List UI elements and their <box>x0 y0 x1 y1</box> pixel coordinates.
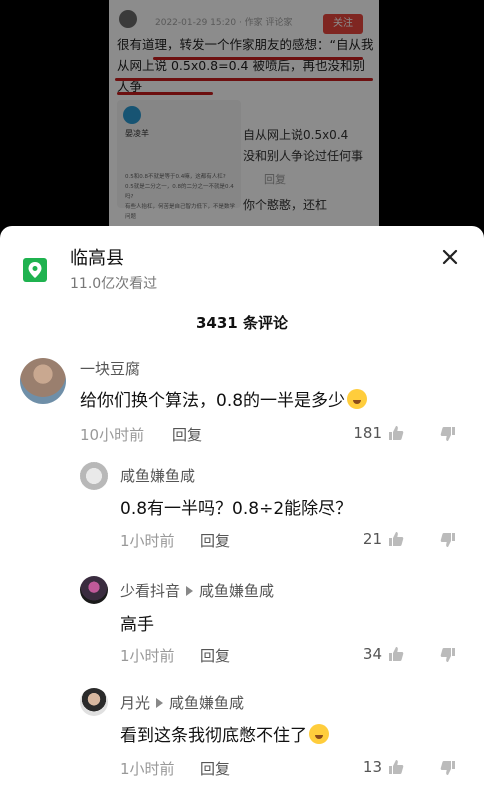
comment-item: 咸鱼嫌鱼咸 0.8有一半吗？0.8÷2能除尽？ 1小时前 回复 21 <box>0 460 484 555</box>
thumbs-down-icon[interactable] <box>440 760 456 776</box>
commenter-name: 月光 咸鱼嫌鱼咸 <box>120 692 244 713</box>
comment-item: 月光 咸鱼嫌鱼咸 看到这条我彻底憋不住了 1小时前 回复 13 <box>0 688 484 783</box>
like-count: 34 <box>362 645 382 663</box>
comment-text: 0.8有一半吗？0.8÷2能除尽？ <box>120 499 353 519</box>
reply-button[interactable]: 回复 <box>200 645 230 666</box>
commenter-name: 少看抖音 咸鱼嫌鱼咸 <box>120 580 274 601</box>
thumbs-down-icon[interactable] <box>440 532 456 548</box>
avatar[interactable] <box>20 358 66 404</box>
thumbs-up-icon[interactable] <box>388 425 404 441</box>
reply-button[interactable]: 回复 <box>172 424 202 445</box>
comment-time: 1小时前 <box>120 647 175 665</box>
comment-text: 给你们换个算法，0.8的一半是多少 <box>80 386 368 411</box>
place-name[interactable]: 临高县 <box>70 244 124 270</box>
comment-time: 1小时前 <box>120 760 175 778</box>
comment-text: 高手 <box>120 615 154 635</box>
commenter-name[interactable]: 咸鱼嫌鱼咸 <box>120 465 195 486</box>
background-post: 2022-01-29 15:20 · 作家 评论家 关注 很有道理，转发一个作家… <box>0 0 484 226</box>
thumbs-down-icon[interactable] <box>440 426 456 442</box>
reply-to-name[interactable]: 咸鱼嫌鱼咸 <box>169 694 244 712</box>
comment-text-content: 给你们换个算法，0.8的一半是多少 <box>80 391 346 411</box>
commenter-name-text[interactable]: 月光 <box>120 694 150 712</box>
comment-item: 一块豆腐 给你们换个算法，0.8的一半是多少 10小时前 回复 181 <box>0 354 484 449</box>
comment-time: 10小时前 <box>80 426 145 444</box>
thumbs-down-icon[interactable] <box>440 647 456 663</box>
laughing-emoji-icon <box>347 389 368 409</box>
like-count: 21 <box>362 530 382 548</box>
close-icon[interactable] <box>441 248 459 266</box>
avatar[interactable] <box>80 688 108 716</box>
like-count: 181 <box>353 424 382 442</box>
avatar[interactable] <box>80 576 108 604</box>
dim-overlay[interactable] <box>0 0 484 226</box>
comment-text: 看到这条我彻底憋不住了 <box>120 721 329 746</box>
laughing-emoji-icon <box>309 724 329 744</box>
comment-time: 1小时前 <box>120 532 175 550</box>
like-count: 13 <box>362 758 382 776</box>
reply-arrow-icon <box>156 698 164 708</box>
comment-item: 少看抖音 咸鱼嫌鱼咸 高手 1小时前 回复 34 <box>0 576 484 671</box>
comments-sheet: 临高县 11.0亿次看过 3431 条评论 一块豆腐 给你们换个算法，0.8的一… <box>0 226 484 800</box>
comment-count: 3431 条评论 <box>196 314 288 332</box>
thumbs-up-icon[interactable] <box>388 759 404 775</box>
reply-button[interactable]: 回复 <box>200 758 230 779</box>
avatar[interactable] <box>80 462 108 490</box>
commenter-name[interactable]: 一块豆腐 <box>80 358 140 379</box>
location-pin-icon <box>23 258 47 282</box>
comment-text-content: 看到这条我彻底憋不住了 <box>120 726 307 746</box>
reply-arrow-icon <box>186 586 194 596</box>
thumbs-up-icon[interactable] <box>388 531 404 547</box>
reply-to-name[interactable]: 咸鱼嫌鱼咸 <box>199 582 274 600</box>
thumbs-up-icon[interactable] <box>388 646 404 662</box>
view-count: 11.0亿次看过 <box>70 276 158 292</box>
reply-button[interactable]: 回复 <box>200 530 230 551</box>
commenter-name-text[interactable]: 少看抖音 <box>120 582 180 600</box>
